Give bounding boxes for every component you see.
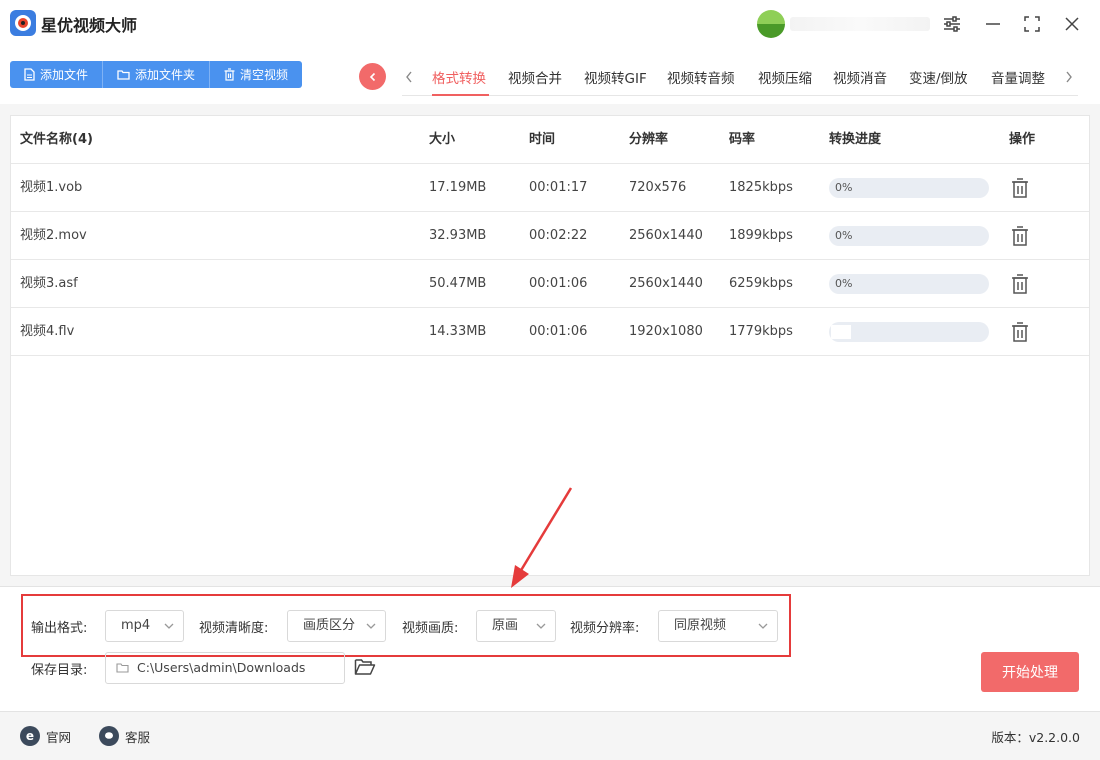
version-text: 版本：v2.2.0.0 (991, 730, 1080, 745)
maximize-icon[interactable] (1020, 12, 1044, 36)
table-row[interactable]: 视频1.vob 17.19MB 00:01:17 720x576 1825kbp… (11, 164, 1089, 212)
add-folder-label: 添加文件夹 (135, 68, 196, 82)
tab-video-mute[interactable]: 视频消音 (833, 67, 887, 87)
chevron-left-icon (369, 72, 375, 81)
user-name-redacted (790, 17, 930, 31)
trash-icon (224, 68, 235, 81)
chat-bubble-icon (99, 726, 119, 746)
tab-video-to-audio[interactable]: 视频转音频 (667, 67, 735, 87)
tab-speed-reverse[interactable]: 变速/倒放 (909, 67, 968, 87)
table-row[interactable]: 视频4.flv 14.33MB 00:01:06 1920x1080 1779k… (11, 308, 1089, 356)
header-time: 时间 (529, 132, 556, 147)
progress-bar: 0% (829, 226, 989, 246)
progress-redaction (831, 325, 851, 339)
file-duration: 00:01:06 (529, 324, 588, 339)
file-bitrate: 1899kbps (729, 228, 793, 243)
user-avatar[interactable] (757, 10, 785, 38)
progress-text: 0% (835, 181, 853, 194)
file-name: 视频4.flv (20, 324, 75, 339)
official-website-link[interactable]: e 官网 (20, 726, 71, 746)
file-name: 视频1.vob (20, 180, 83, 195)
progress-bar (829, 322, 989, 342)
clear-videos-button[interactable]: 清空视频 (210, 61, 303, 88)
header-action: 操作 (1009, 132, 1036, 147)
progress-text: 0% (835, 229, 853, 242)
save-directory-path: C:\Users\admin\Downloads (137, 660, 306, 675)
title-bar: 星优视频大师 (0, 0, 1100, 48)
file-bitrate: 1825kbps (729, 180, 793, 195)
tab-video-merge[interactable]: 视频合并 (508, 67, 562, 87)
delete-trash-icon[interactable] (1009, 321, 1031, 343)
progress-bar: 0% (829, 178, 989, 198)
file-resolution: 1920x1080 (629, 324, 703, 339)
app-title: 星优视频大师 (41, 16, 138, 35)
minimize-icon[interactable] (981, 12, 1005, 36)
file-size: 32.93MB (429, 228, 487, 243)
settings-sliders-icon[interactable] (940, 12, 964, 36)
annotation-highlight-box (21, 594, 791, 657)
tab-volume-adjust[interactable]: 音量调整 (991, 67, 1045, 87)
file-icon (24, 68, 35, 81)
table-header: 文件名称(4) 大小 时间 分辨率 码率 转换进度 操作 (11, 116, 1089, 164)
delete-trash-icon[interactable] (1009, 225, 1031, 247)
toolbar: 添加文件 添加文件夹 清空视频 (10, 61, 303, 88)
header-bitrate: 码率 (729, 132, 756, 147)
app-logo-icon (10, 10, 36, 36)
file-duration: 00:02:22 (529, 228, 588, 243)
delete-trash-icon[interactable] (1009, 273, 1031, 295)
file-duration: 00:01:17 (529, 180, 588, 195)
file-size: 17.19MB (429, 180, 487, 195)
file-list: 文件名称(4) 大小 时间 分辨率 码率 转换进度 操作 视频1.vob 17.… (10, 115, 1090, 576)
customer-service-link[interactable]: 客服 (99, 726, 150, 746)
close-icon[interactable] (1060, 12, 1084, 36)
function-tabs: 格式转换 视频合并 视频转GIF 视频转音频 视频压缩 视频消音 变速/倒放 音… (402, 58, 1078, 96)
save-directory-label: 保存目录: (31, 663, 88, 678)
add-file-button[interactable]: 添加文件 (10, 61, 104, 88)
official-website-label: 官网 (46, 729, 72, 745)
header-resolution: 分辨率 (629, 132, 669, 147)
file-size: 50.47MB (429, 276, 487, 291)
progress-text: 0% (835, 277, 853, 290)
tab-video-compress[interactable]: 视频压缩 (758, 67, 812, 87)
add-folder-button[interactable]: 添加文件夹 (103, 61, 211, 88)
save-directory-input[interactable]: C:\Users\admin\Downloads (105, 652, 345, 684)
tab-format-convert[interactable]: 格式转换 (432, 67, 486, 87)
active-tab-indicator (432, 94, 489, 96)
file-bitrate: 1779kbps (729, 324, 793, 339)
file-name: 视频2.mov (20, 228, 87, 243)
folder-icon (116, 663, 129, 673)
clear-videos-label: 清空视频 (240, 68, 289, 82)
customer-service-label: 客服 (125, 729, 151, 745)
tab-video-to-gif[interactable]: 视频转GIF (584, 67, 647, 87)
header-progress: 转换进度 (829, 132, 882, 147)
table-row[interactable]: 视频3.asf 50.47MB 00:01:06 2560x1440 6259k… (11, 260, 1089, 308)
start-processing-button[interactable]: 开始处理 (981, 652, 1079, 692)
footer: e 官网 客服 版本：v2.2.0.0 (0, 712, 1100, 760)
add-file-label: 添加文件 (40, 68, 89, 82)
delete-trash-icon[interactable] (1009, 177, 1031, 199)
progress-bar: 0% (829, 274, 989, 294)
header-size: 大小 (429, 132, 456, 147)
file-name: 视频3.asf (20, 276, 78, 291)
header-file-name: 文件名称(4) (20, 132, 93, 147)
file-resolution: 720x576 (629, 180, 687, 195)
file-resolution: 2560x1440 (629, 228, 703, 243)
folder-icon (117, 70, 130, 80)
collapse-sidebar-button[interactable] (359, 63, 386, 90)
file-size: 14.33MB (429, 324, 487, 339)
file-resolution: 2560x1440 (629, 276, 703, 291)
tabs-scroll-left-icon[interactable] (402, 68, 416, 86)
file-duration: 00:01:06 (529, 276, 588, 291)
open-folder-icon[interactable] (354, 657, 376, 677)
tabs-scroll-right-icon[interactable] (1062, 68, 1076, 86)
file-bitrate: 6259kbps (729, 276, 793, 291)
website-e-icon: e (20, 726, 40, 746)
table-row[interactable]: 视频2.mov 32.93MB 00:02:22 2560x1440 1899k… (11, 212, 1089, 260)
